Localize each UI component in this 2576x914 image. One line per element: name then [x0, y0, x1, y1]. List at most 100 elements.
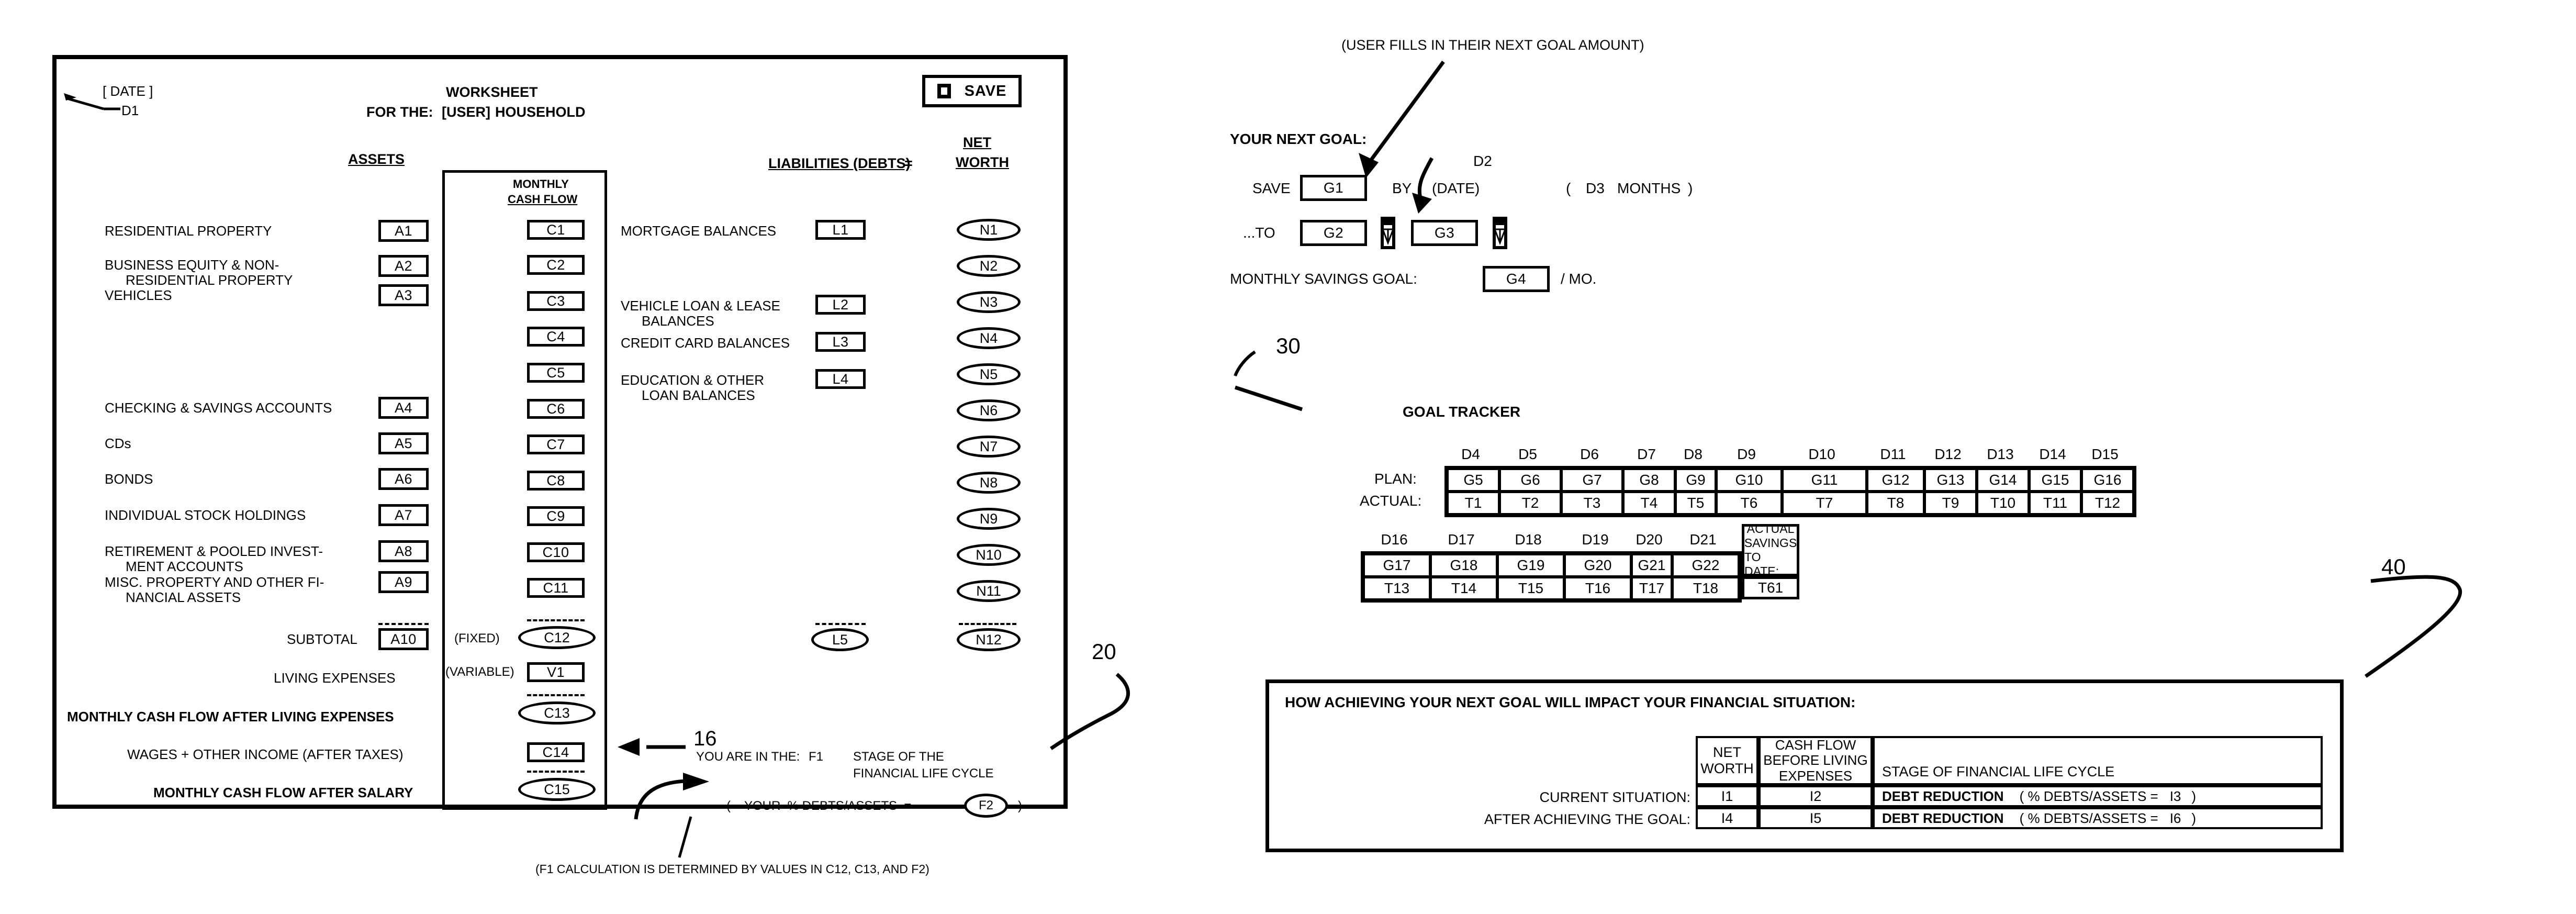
goal-tracker-2-plan-cell-4[interactable]: G20 [1564, 554, 1631, 577]
goal-tracker-2-actual-cell-4[interactable]: T16 [1564, 577, 1631, 600]
goal-tracker-1-actual-cell-9[interactable]: T9 [1924, 492, 1977, 515]
asset-field-a8[interactable]: A8 [378, 540, 429, 562]
goal-field-g4[interactable]: G4 [1483, 266, 1550, 292]
impact-row2-networth[interactable]: I4 [1696, 807, 1759, 829]
goal-field-d3[interactable]: D3 [1586, 180, 1605, 196]
networth-field-n2[interactable]: N2 [957, 255, 1021, 277]
cashflow-field-c12[interactable]: C12 [518, 626, 596, 649]
goal-tracker-1-plan-cell-8[interactable]: G12 [1867, 469, 1924, 492]
asset-field-a4[interactable]: A4 [378, 397, 429, 419]
asset-field-a3[interactable]: A3 [378, 284, 429, 306]
goal-tracker-1-actual-cell-6[interactable]: T6 [1716, 492, 1782, 515]
networth-field-n10[interactable]: N10 [957, 544, 1021, 566]
goal-tracker-1-plan-cell-3[interactable]: G7 [1561, 469, 1623, 492]
asset-field-a6[interactable]: A6 [378, 468, 429, 490]
liability-field-l4[interactable]: L4 [815, 369, 866, 389]
goal-tracker-1-actual-cell-2[interactable]: T2 [1499, 492, 1561, 515]
cashflow-field-c2[interactable]: C2 [527, 255, 585, 275]
networth-field-n6[interactable]: N6 [957, 399, 1021, 421]
goal-tracker-1-plan-cell-9[interactable]: G13 [1924, 469, 1977, 492]
goal-dropdown-1[interactable] [1381, 217, 1395, 249]
worksheet-subtitle-user[interactable]: [USER] [442, 104, 490, 120]
goal-date-placeholder[interactable]: (DATE) [1432, 180, 1480, 196]
goal-tracker-1-plan-cell-10[interactable]: G14 [1977, 469, 2029, 492]
goal-tracker-1-plan-cell-5[interactable]: G9 [1675, 469, 1716, 492]
ratio-field-f2[interactable]: F2 [964, 794, 1008, 818]
goal-tracker-1-actual-cell-4[interactable]: T4 [1623, 492, 1675, 515]
goal-tracker-2-plan-cell-1[interactable]: G17 [1363, 554, 1430, 577]
goal-tracker-1-actual-cell-5[interactable]: T5 [1675, 492, 1716, 515]
liability-field-l5[interactable]: L5 [811, 628, 869, 651]
goal-field-g2[interactable]: G2 [1300, 220, 1367, 246]
cashflow-field-c14[interactable]: C14 [527, 742, 585, 762]
cashflow-field-c4[interactable]: C4 [527, 327, 585, 347]
goal-tracker-2-plan-cell-6[interactable]: G22 [1672, 554, 1739, 577]
goal-tracker-1-actual-cell-10[interactable]: T10 [1977, 492, 2029, 515]
networth-field-n12[interactable]: N12 [957, 628, 1021, 651]
networth-field-n7[interactable]: N7 [957, 436, 1021, 458]
liability-field-l2[interactable]: L2 [815, 295, 866, 315]
asset-field-a7[interactable]: A7 [378, 504, 429, 526]
cashflow-field-c13[interactable]: C13 [518, 701, 596, 724]
goal-tracker-2-header-4: D19 [1582, 531, 1609, 548]
goal-tracker-2-actual-cell-2[interactable]: T14 [1430, 577, 1497, 600]
stage-line-field-f1[interactable]: F1 [809, 750, 823, 764]
networth-field-n5[interactable]: N5 [957, 363, 1021, 385]
goal-tracker-1-actual-cell-3[interactable]: T3 [1561, 492, 1623, 515]
goal-tracker-2-actual-cell-5[interactable]: T17 [1631, 577, 1672, 600]
goal-tracker-2-plan-cell-3[interactable]: G19 [1497, 554, 1564, 577]
goal-tracker-1-plan-cell-6[interactable]: G10 [1716, 469, 1782, 492]
networth-field-n11[interactable]: N11 [957, 580, 1021, 602]
goal-tracker-1-actual-cell-1[interactable]: T1 [1447, 492, 1499, 515]
goal-tracker-2-actual-cell-1[interactable]: T13 [1363, 577, 1430, 600]
networth-field-n9[interactable]: N9 [957, 508, 1021, 530]
goal-tracker-1-plan-cell-1[interactable]: G5 [1447, 469, 1499, 492]
asset-field-a9[interactable]: A9 [378, 571, 429, 593]
networth-field-n4[interactable]: N4 [957, 327, 1021, 349]
goal-tracker-1-plan-cell-11[interactable]: G15 [2029, 469, 2081, 492]
actual-savings-total-value[interactable]: T61 [1742, 576, 1799, 599]
goal-tracker-1-plan-cell-2[interactable]: G6 [1499, 469, 1561, 492]
goal-tracker-1-actual-cell-8[interactable]: T8 [1867, 492, 1924, 515]
impact-row2-ratio-value[interactable]: I6 [2170, 810, 2181, 827]
cashflow-field-c7[interactable]: C7 [527, 434, 585, 454]
cashflow-field-c5[interactable]: C5 [527, 363, 585, 383]
goal-tracker-2-plan-cell-2[interactable]: G18 [1430, 554, 1497, 577]
asset-field-a10[interactable]: A10 [378, 628, 429, 650]
goal-tracker-2-plan-cell-5[interactable]: G21 [1631, 554, 1672, 577]
networth-field-n3[interactable]: N3 [957, 291, 1021, 313]
goal-tracker-2-actual-cell-6[interactable]: T18 [1672, 577, 1739, 600]
goal-tracker-1-actual-cell-7[interactable]: T7 [1782, 492, 1867, 515]
liability-field-l3[interactable]: L3 [815, 332, 866, 352]
goal-field-g1[interactable]: G1 [1300, 175, 1367, 201]
asset-field-a5[interactable]: A5 [378, 432, 429, 454]
cashflow-field-c6[interactable]: C6 [527, 399, 585, 419]
impact-row2-cashflow[interactable]: I5 [1759, 807, 1873, 829]
cashflow-field-c9[interactable]: C9 [527, 506, 585, 526]
impact-row1-ratio-value[interactable]: I3 [2170, 788, 2181, 805]
impact-row1-cashflow[interactable]: I2 [1759, 785, 1873, 807]
goal-tracker-1-plan-cell-12[interactable]: G16 [2081, 469, 2134, 492]
cashflow-field-c3[interactable]: C3 [527, 291, 585, 311]
asset-field-a1[interactable]: A1 [378, 220, 429, 242]
goal-tracker-1-actual-cell-11[interactable]: T11 [2029, 492, 2081, 515]
goal-tracker-1-actual-cell-12[interactable]: T12 [2081, 492, 2134, 515]
cashflow-field-c1[interactable]: C1 [527, 220, 585, 240]
asset-field-a2[interactable]: A2 [378, 255, 429, 277]
cashflow-field-c15[interactable]: C15 [518, 778, 596, 801]
networth-field-n1[interactable]: N1 [957, 219, 1021, 241]
cashflow-field-c8[interactable]: C8 [527, 471, 585, 491]
networth-field-n8[interactable]: N8 [957, 472, 1021, 494]
cashflow-field-v1[interactable]: V1 [527, 662, 585, 682]
goal-tracker-1-plan-cell-7[interactable]: G11 [1782, 469, 1867, 492]
cashflow-field-c11[interactable]: C11 [527, 578, 585, 598]
goal-tracker-1-plan-cell-4[interactable]: G8 [1623, 469, 1675, 492]
goal-field-g3[interactable]: G3 [1411, 220, 1478, 246]
liability-field-l1[interactable]: L1 [815, 220, 866, 240]
cashflow-field-c10[interactable]: C10 [527, 542, 585, 562]
goal-dropdown-2[interactable] [1493, 217, 1507, 249]
impact-row1-networth[interactable]: I1 [1696, 785, 1759, 807]
goal-tracker-2-actual-cell-3[interactable]: T15 [1497, 577, 1564, 600]
save-button[interactable]: SAVE [922, 75, 1022, 107]
date-field[interactable]: D1 [121, 103, 139, 118]
